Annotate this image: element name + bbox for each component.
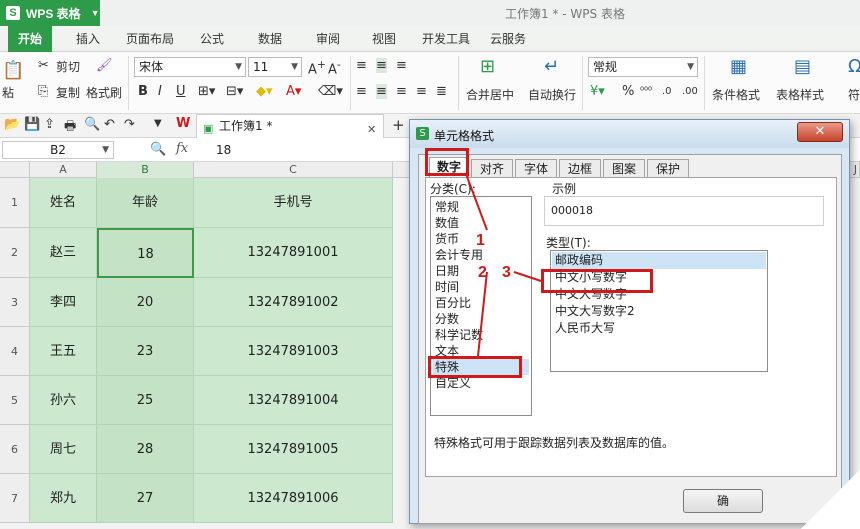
annotation-line (513, 271, 542, 282)
annotation-line (477, 271, 488, 357)
annotation-step-2: 2 (478, 264, 487, 281)
annotation-line (465, 173, 488, 231)
page-curl (800, 470, 860, 529)
annotation-arrows (465, 173, 542, 357)
annotation-step-3: 3 (502, 264, 511, 281)
annotation-step-1: 1 (476, 232, 485, 249)
